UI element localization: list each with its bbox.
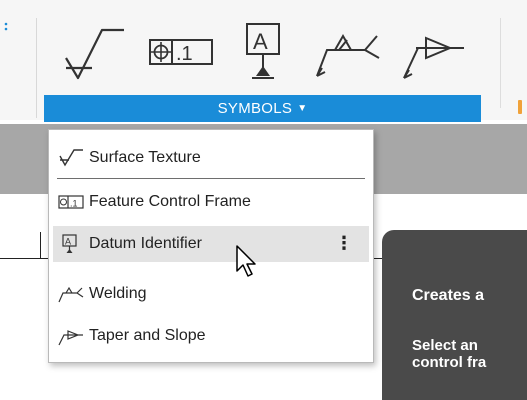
- menu-item-label: Taper and Slope: [89, 327, 206, 344]
- drawing-line-tick: [40, 232, 41, 259]
- svg-text:A: A: [65, 237, 71, 247]
- symbols-panel-button[interactable]: SYMBOLS ▼: [44, 95, 481, 122]
- welding-icon[interactable]: [313, 22, 385, 82]
- taper-slope-icon[interactable]: [398, 22, 470, 82]
- menu-item-taper-and-slope[interactable]: Taper and Slope: [53, 318, 369, 354]
- taper-slope-icon: [58, 330, 83, 346]
- menu-item-welding[interactable]: Welding: [53, 276, 369, 312]
- menu-divider: [57, 178, 365, 179]
- tooltip-title: Creates a: [412, 287, 485, 304]
- tooltip-panel: Creates a Select an control fra: [382, 230, 527, 400]
- svg-text:.1: .1: [176, 43, 193, 65]
- next-panel-indicator: [518, 100, 522, 114]
- menu-item-feature-control-frame[interactable]: .1 Feature Control Frame: [53, 184, 369, 220]
- menu-item-label: Surface Texture: [89, 149, 201, 166]
- menu-item-label: Datum Identifier: [89, 235, 202, 252]
- datum-identifier-icon[interactable]: A: [242, 22, 288, 82]
- more-options-icon[interactable]: ⋮: [335, 234, 353, 252]
- tooltip-body: Select an control fra: [412, 337, 487, 371]
- feature-control-frame-icon[interactable]: .1: [146, 22, 216, 82]
- menu-item-label: Welding: [89, 285, 147, 302]
- surface-texture-icon: [59, 149, 83, 167]
- menu-item-surface-texture[interactable]: Surface Texture: [53, 140, 369, 176]
- mouse-cursor-icon: [236, 245, 256, 277]
- toolbar-divider-right: [500, 18, 501, 108]
- welding-icon: [58, 286, 84, 303]
- surface-texture-icon[interactable]: [58, 22, 128, 82]
- svg-text:A: A: [253, 29, 268, 54]
- toolbar-divider: [36, 18, 37, 118]
- symbols-label: SYMBOLS: [217, 100, 293, 117]
- menu-item-label: Feature Control Frame: [89, 193, 251, 210]
- chevron-down-icon: ▼: [297, 103, 308, 114]
- panel-edge-icon: [4, 22, 8, 31]
- datum-identifier-icon: A: [62, 234, 77, 253]
- feature-control-frame-icon: .1: [58, 195, 84, 209]
- menu-item-datum-identifier[interactable]: A Datum Identifier ⋮: [53, 226, 369, 262]
- symbols-dropdown-menu: Surface Texture .1 Feature Control Frame…: [48, 129, 374, 363]
- svg-text:.1: .1: [70, 199, 78, 209]
